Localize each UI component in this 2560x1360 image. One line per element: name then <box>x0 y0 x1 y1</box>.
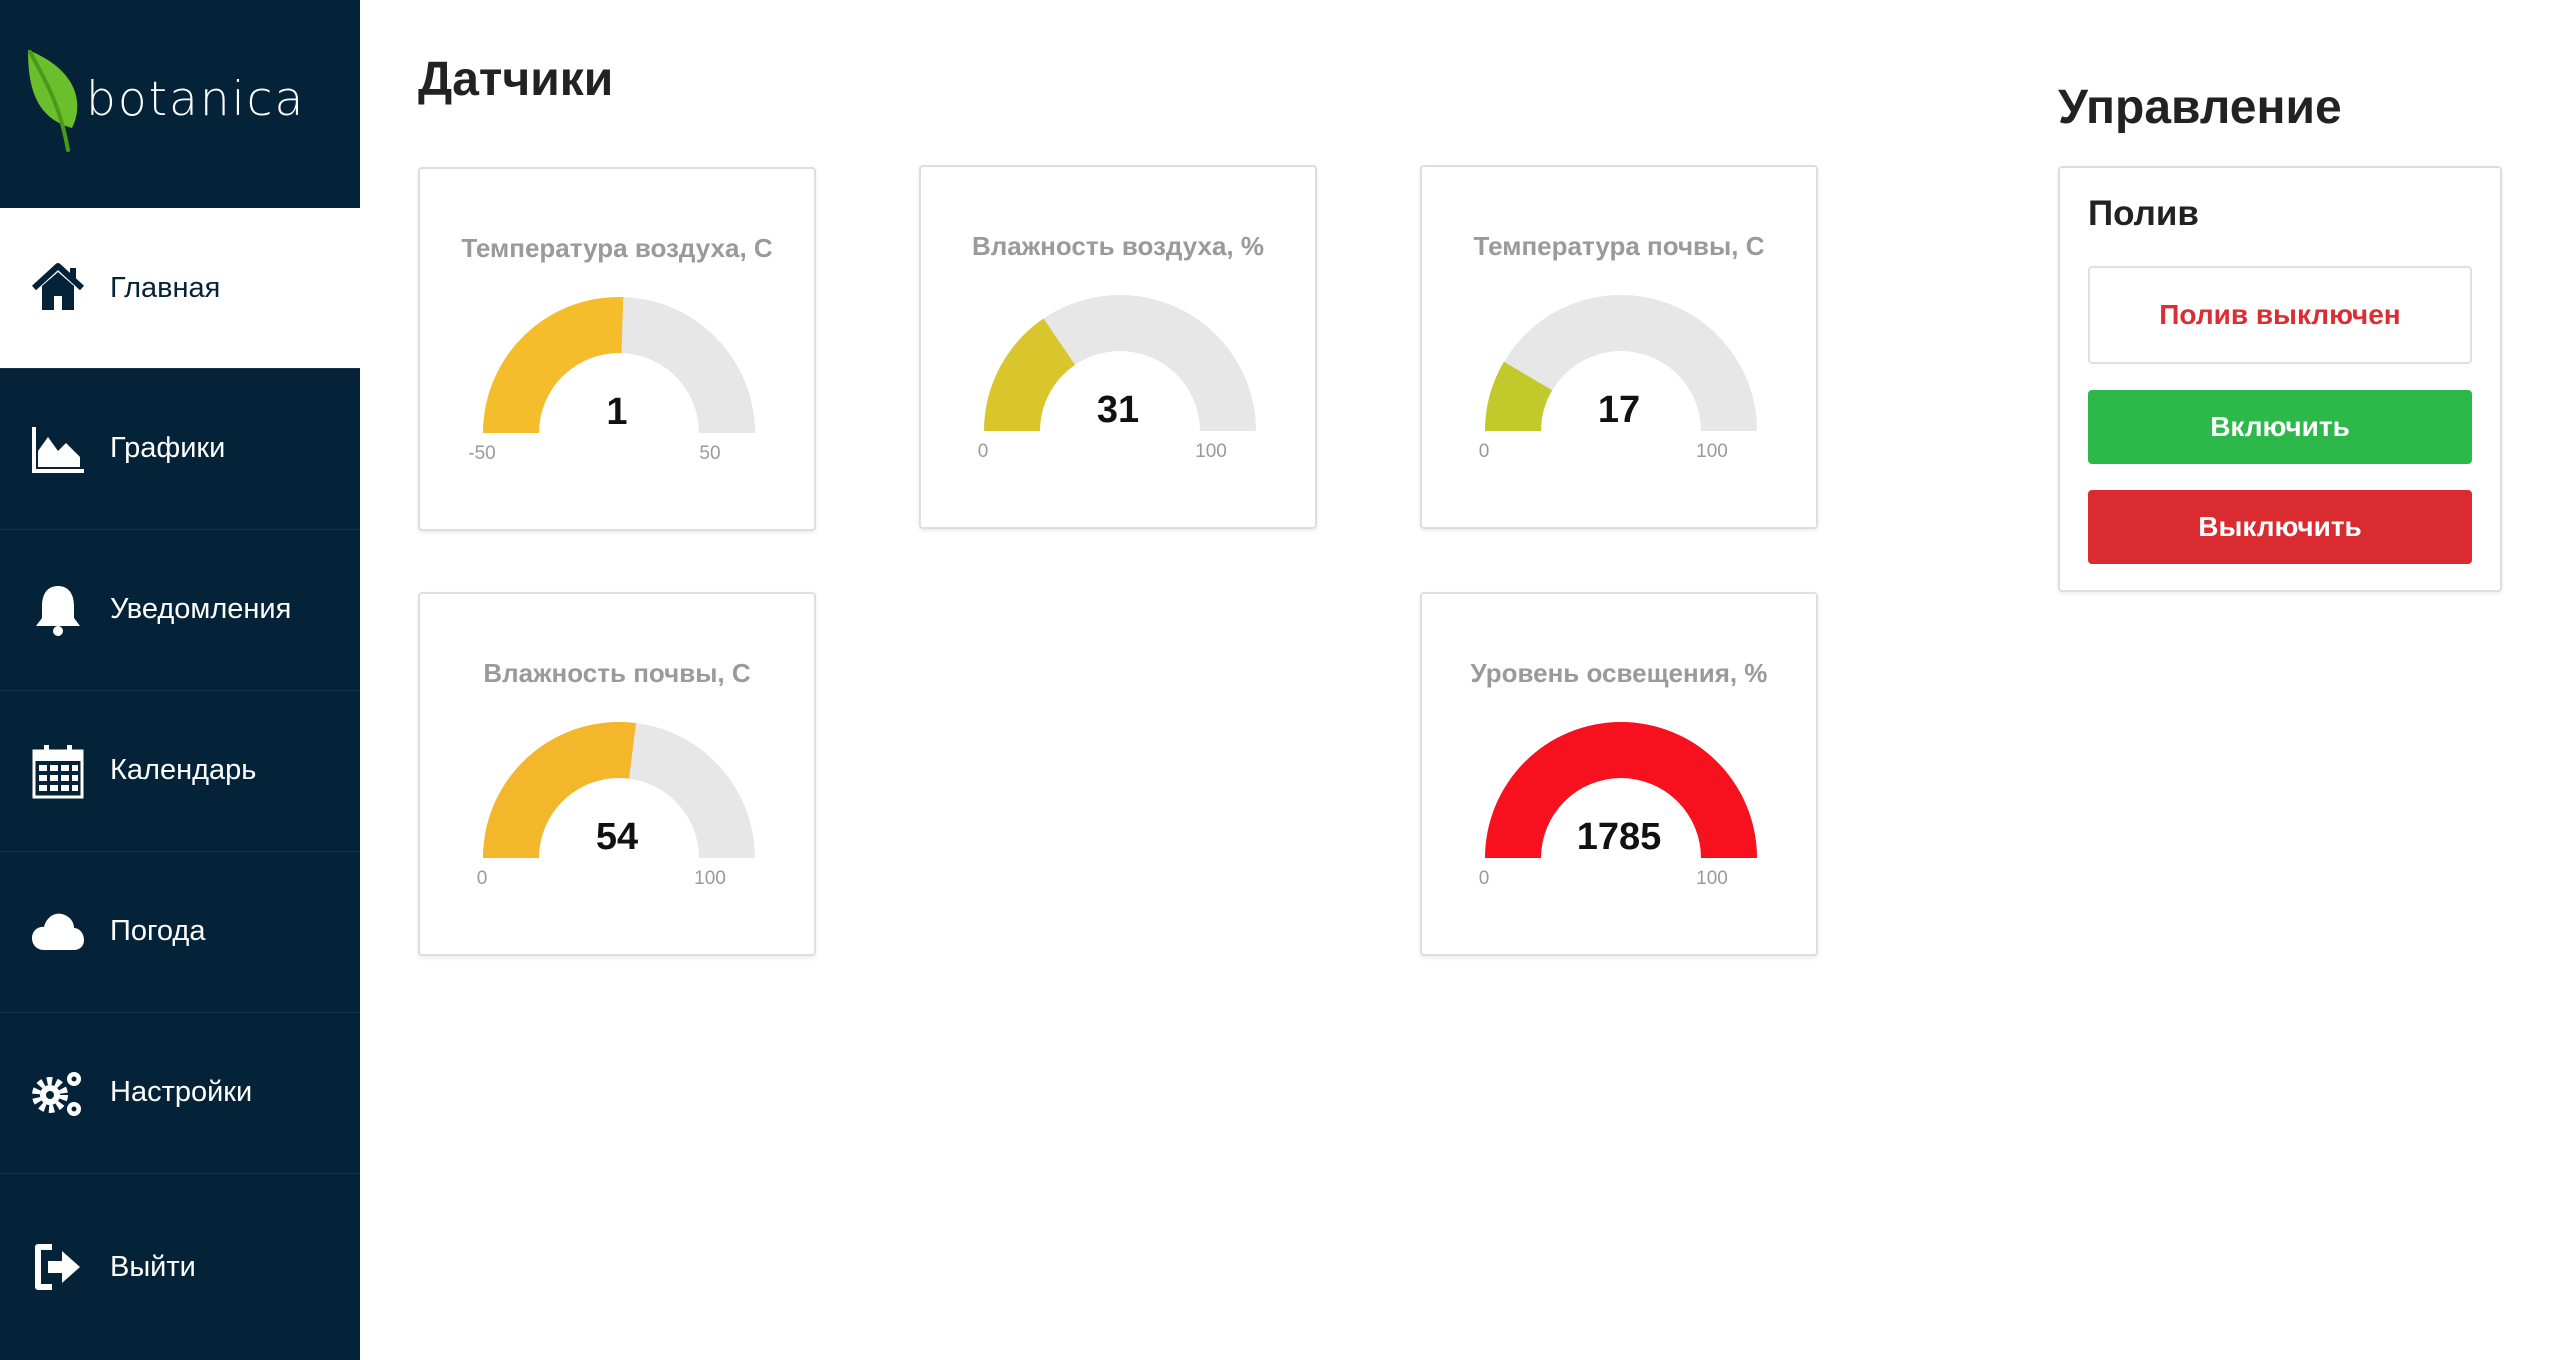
leaf-icon <box>28 50 78 152</box>
watering-panel: Полив Полив выключен Включить Выключить <box>2058 166 2502 592</box>
logo-text: botanica <box>86 72 306 127</box>
sidebar-item-label: Графики <box>110 432 226 464</box>
sensors-title: Датчики <box>418 53 614 106</box>
sidebar-item-charts[interactable]: Графики <box>0 368 360 528</box>
gauge-value: 31 <box>1096 389 1140 431</box>
turn-off-button[interactable]: Выключить <box>2088 490 2472 564</box>
sidebar-item-notifications[interactable]: Уведомления <box>0 529 360 689</box>
gauge-min-label: 0 <box>1478 868 1490 889</box>
sidebar-item-label: Главная <box>110 271 221 304</box>
sidebar-item-calendar[interactable]: Календарь <box>0 690 360 850</box>
sign-out-icon <box>35 1244 80 1290</box>
gauge-card: Влажность воздуха, % 31 0 100 <box>919 165 1317 529</box>
gauge-card: Уровень освещения, % 1785 0 100 <box>1420 592 1818 956</box>
gauge-arc <box>1485 722 1757 858</box>
gauge-max-label: 100 <box>1696 441 1728 462</box>
gauge-arc <box>984 295 1256 431</box>
calendar-icon <box>32 744 84 798</box>
gauge-max-label: 50 <box>699 443 721 464</box>
cloud-icon <box>32 913 84 950</box>
gauge-min-label: 0 <box>977 441 989 462</box>
gauge-card: Температура почвы, С 17 0 100 <box>1420 165 1818 529</box>
watering-subtitle: Полив <box>2088 194 2199 233</box>
bell-icon <box>36 585 80 636</box>
gauge-card: Температура воздуха, С 1 -50 50 <box>418 167 816 531</box>
sidebar-item-label: Календарь <box>110 754 257 786</box>
gauge-value: 1 <box>606 391 628 433</box>
gauge-arc <box>483 722 755 858</box>
logo[interactable]: botanica <box>0 0 360 208</box>
gauge-value: 1785 <box>1576 816 1662 858</box>
sidebar-item-home[interactable]: Главная <box>0 208 360 368</box>
turn-on-button[interactable]: Включить <box>2088 390 2472 464</box>
sidebar-item-settings[interactable]: Настройки <box>0 1012 360 1172</box>
sidebar-item-weather[interactable]: Погода <box>0 851 360 1011</box>
sidebar: botanica Главная Графики Уведомления Кал… <box>0 0 360 1360</box>
sidebar-item-label: Уведомления <box>110 593 292 625</box>
gauge-value: 17 <box>1597 389 1641 431</box>
gauge-max-label: 100 <box>1195 441 1227 462</box>
area-chart-icon <box>32 426 84 473</box>
gauge-arc <box>483 297 755 433</box>
control-title: Управление <box>2058 81 2342 134</box>
sidebar-item-label: Настройки <box>110 1076 253 1108</box>
gauge-arc <box>1485 295 1757 431</box>
watering-status: Полив выключен <box>2088 266 2472 364</box>
gauge-value: 54 <box>595 816 639 858</box>
sidebar-item-label: Погода <box>110 915 206 947</box>
sidebar-item-label: Выйти <box>110 1250 196 1283</box>
gauge-min-label: -50 <box>468 443 496 464</box>
gauge-max-label: 100 <box>694 868 726 889</box>
gauge-min-label: 0 <box>476 868 488 889</box>
sidebar-item-logout[interactable]: Выйти <box>0 1173 360 1360</box>
gauge-max-label: 100 <box>1696 868 1728 889</box>
gears-icon <box>32 1071 81 1116</box>
home-icon <box>31 263 85 310</box>
gauge-min-label: 0 <box>1478 441 1490 462</box>
gauge-card: Влажность почвы, С 54 0 100 <box>418 592 816 956</box>
